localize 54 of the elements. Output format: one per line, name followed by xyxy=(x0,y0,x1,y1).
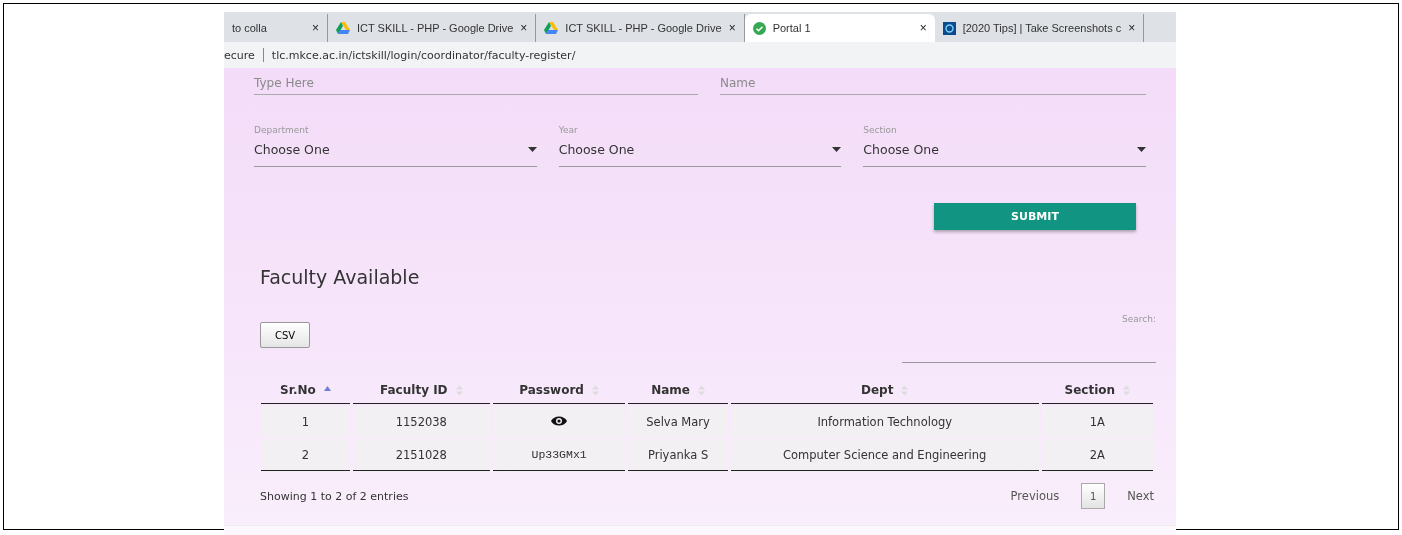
column-header[interactable]: Sr.No xyxy=(261,377,350,404)
table-cell: 2151028 xyxy=(352,439,490,471)
pagination-link[interactable]: Previous xyxy=(1004,488,1066,504)
close-icon[interactable]: × xyxy=(520,21,528,35)
column-header[interactable]: Name xyxy=(628,377,728,404)
text-field[interactable]: Name xyxy=(720,72,1146,95)
entries-info: Showing 1 to 2 of 2 entries xyxy=(260,489,409,503)
close-icon[interactable]: × xyxy=(312,21,319,35)
column-header[interactable]: Password xyxy=(492,377,626,404)
address-bar[interactable]: tlc.mkce.ac.in/ictskill/login/coordinator/faculty-register/ xyxy=(271,48,576,62)
sort-icon xyxy=(455,384,463,396)
section-title: Faculty Available xyxy=(260,266,421,288)
page-button[interactable]: 1 xyxy=(1081,483,1106,509)
table-cell: 2A xyxy=(1041,439,1153,471)
dropdown[interactable]: Choose One xyxy=(558,142,842,167)
text-field[interactable]: Type Here xyxy=(254,72,698,95)
table-cell: Computer Science and Engineering xyxy=(730,439,1039,471)
search-label: Search: xyxy=(1122,314,1156,324)
column-header[interactable]: Dept xyxy=(730,377,1039,404)
sort-icon xyxy=(591,384,599,396)
drive-icon xyxy=(336,22,350,34)
field-label: Section xyxy=(863,125,898,135)
table-cell: 1 xyxy=(261,406,350,437)
sort-icon xyxy=(1123,384,1131,396)
eye-icon[interactable] xyxy=(551,415,568,426)
dropdown[interactable]: Choose One xyxy=(254,142,537,167)
table-cell: Up33GMx1 xyxy=(492,439,626,471)
caret-icon xyxy=(527,147,537,152)
table-cell: 1A xyxy=(1041,406,1153,437)
table-cell: 2 xyxy=(261,439,350,471)
table-cell: Priyanka S xyxy=(628,439,728,471)
pagination-link[interactable]: Next xyxy=(1121,488,1160,504)
sort-icon xyxy=(698,384,705,396)
dropdown[interactable]: Choose One xyxy=(863,142,1146,167)
field-label: Department xyxy=(254,125,310,135)
site-icon xyxy=(942,21,956,35)
caret-icon xyxy=(832,147,842,152)
browser-tab[interactable]: Portal 1 × xyxy=(744,14,935,42)
table-cell: Selva Mary xyxy=(628,406,728,437)
column-header[interactable]: Faculty ID xyxy=(352,377,490,404)
table-cell: 1152038 xyxy=(352,406,490,437)
close-icon[interactable]: × xyxy=(728,21,736,35)
csv-button[interactable]: CSV xyxy=(260,322,310,348)
table-cell: Information Technology xyxy=(730,406,1039,437)
check-icon xyxy=(752,21,766,35)
field-label: Year xyxy=(558,125,579,135)
sort-icon xyxy=(901,384,909,396)
close-icon[interactable]: × xyxy=(1128,21,1136,35)
security-label: ecure xyxy=(224,48,255,62)
submit-button[interactable]: SUBMIT xyxy=(934,203,1136,230)
caret-icon xyxy=(1137,147,1146,152)
column-header[interactable]: Section xyxy=(1041,377,1153,404)
drive-icon xyxy=(544,22,559,34)
close-icon[interactable]: × xyxy=(919,21,927,35)
